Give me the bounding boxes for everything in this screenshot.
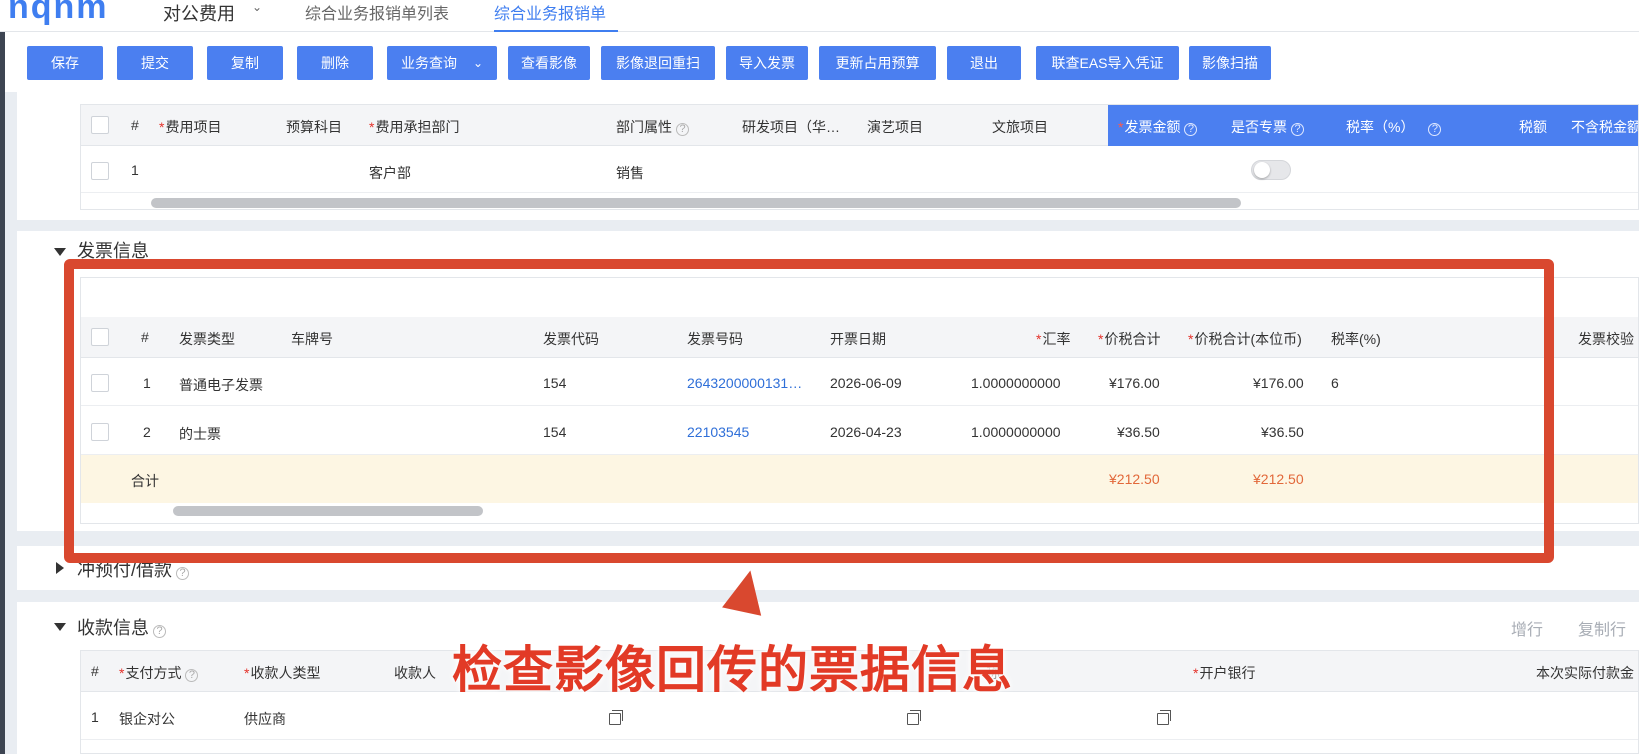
help-icon: ? xyxy=(185,669,199,682)
divider xyxy=(81,192,1638,193)
tab-report-form[interactable]: 综合业务报销单 xyxy=(494,0,618,32)
import-invoice-button[interactable]: 导入发票 xyxy=(726,46,808,80)
annotation-arrow-icon xyxy=(722,566,770,616)
col-rd-project: 研发项目（华… xyxy=(742,119,840,135)
copy-row-button[interactable]: 复制行 xyxy=(1578,616,1626,640)
view-image-button[interactable]: 查看影像 xyxy=(508,46,590,80)
submit-button[interactable]: 提交 xyxy=(117,46,193,80)
col-tax-amount: 税额 xyxy=(1519,119,1547,135)
collapse-icon[interactable] xyxy=(54,623,66,631)
special-invoice-toggle[interactable] xyxy=(1251,160,1291,180)
tab-report-list[interactable]: 综合业务报销单列表 xyxy=(305,0,449,32)
update-budget-button[interactable]: 更新占用预算 xyxy=(819,46,936,80)
collapse-icon[interactable] xyxy=(54,248,66,256)
help-icon: ? xyxy=(676,123,689,136)
row-payee-type[interactable]: 供应商 xyxy=(244,709,286,729)
divider xyxy=(81,739,1638,740)
left-sidebar-strip xyxy=(0,32,5,754)
app-switcher[interactable]: 对公费用 xyxy=(163,0,235,26)
col-net-amount: 不含税金额 xyxy=(1571,119,1639,135)
top-bar: nqnm 对公费用 ⌄ 综合业务报销单列表 综合业务报销单 xyxy=(0,0,1639,32)
help-icon: ? xyxy=(1428,123,1442,136)
exit-button[interactable]: 退出 xyxy=(947,46,1021,80)
annotation-highlight-box xyxy=(64,259,1554,563)
expand-icon[interactable] xyxy=(56,562,64,574)
col-dept-attr: 部门属性? xyxy=(616,117,689,137)
annotation-caption: 检查影像回传的票据信息 xyxy=(452,642,1013,698)
col-index: # xyxy=(91,663,99,679)
col-pay-method: *支付方式? xyxy=(119,663,199,683)
expense-detail-section: # *费用项目 预算科目 *费用承担部门 部门属性? 研发项目（华… 演艺项目 … xyxy=(17,92,1639,220)
select-all-checkbox[interactable] xyxy=(91,116,109,134)
toolbar: 保存 提交 复制 删除 业务查询 ⌄ 查看影像 影像退回重扫 导入发票 更新占用… xyxy=(5,32,1639,92)
row-cost-dept[interactable]: 客户部 xyxy=(369,163,411,183)
col-expense-item: *费用项目 xyxy=(159,119,222,135)
row-index: 1 xyxy=(131,162,139,178)
col-tax-rate: 税率（%）? xyxy=(1346,117,1442,137)
row-dept-attr[interactable]: 销售 xyxy=(616,163,644,183)
app-logo: nqnm xyxy=(8,0,109,26)
image-return-rescan-button[interactable]: 影像退回重扫 xyxy=(601,46,715,80)
copy-icon[interactable] xyxy=(609,710,623,725)
row-pay-method[interactable]: 银企对公 xyxy=(119,709,175,729)
col-invoice-verify: 发票校验 xyxy=(1578,331,1634,347)
business-query-button[interactable]: 业务查询 ⌄ xyxy=(387,46,497,80)
copy-icon[interactable] xyxy=(907,710,921,725)
copy-icon[interactable] xyxy=(1157,710,1171,725)
add-row-button[interactable]: 增行 xyxy=(1511,616,1543,640)
col-special-invoice: 是否专票? xyxy=(1231,117,1304,137)
help-icon: ? xyxy=(153,625,166,638)
col-tourism-project: 文旅项目 xyxy=(992,119,1048,135)
col-invoice-amount: *发票金额? xyxy=(1118,117,1198,137)
col-perf-project: 演艺项目 xyxy=(867,119,923,135)
col-budget-subject: 预算科目 xyxy=(286,119,342,135)
col-index: # xyxy=(131,117,139,133)
col-bank: *开户银行 xyxy=(1193,665,1256,681)
col-payee: 收款人 xyxy=(394,665,436,681)
expense-grid: # *费用项目 预算科目 *费用承担部门 部门属性? 研发项目（华… 演艺项目 … xyxy=(80,104,1639,210)
payee-section-title: 收款信息? xyxy=(77,614,166,640)
help-icon: ? xyxy=(176,567,190,580)
col-payee-type: *收款人类型 xyxy=(244,665,321,681)
chevron-down-icon: ⌄ xyxy=(472,56,484,70)
delete-button[interactable]: 删除 xyxy=(297,46,373,80)
help-icon: ? xyxy=(1184,123,1198,136)
col-cost-dept: *费用承担部门 xyxy=(369,119,460,135)
image-scan-button[interactable]: 影像扫描 xyxy=(1189,46,1271,80)
query-eas-voucher-button[interactable]: 联查EAS导入凭证 xyxy=(1036,46,1179,80)
save-button[interactable]: 保存 xyxy=(27,46,103,80)
col-actual-payment: 本次实际付款金 xyxy=(1536,665,1634,681)
help-icon: ? xyxy=(1291,123,1304,136)
horizontal-scrollbar[interactable] xyxy=(151,198,1241,208)
business-query-label: 业务查询 xyxy=(400,55,457,71)
copy-button[interactable]: 复制 xyxy=(207,46,283,80)
row-index: 1 xyxy=(91,709,99,725)
row-checkbox[interactable] xyxy=(91,162,109,180)
chevron-down-icon[interactable]: ⌄ xyxy=(252,0,262,14)
